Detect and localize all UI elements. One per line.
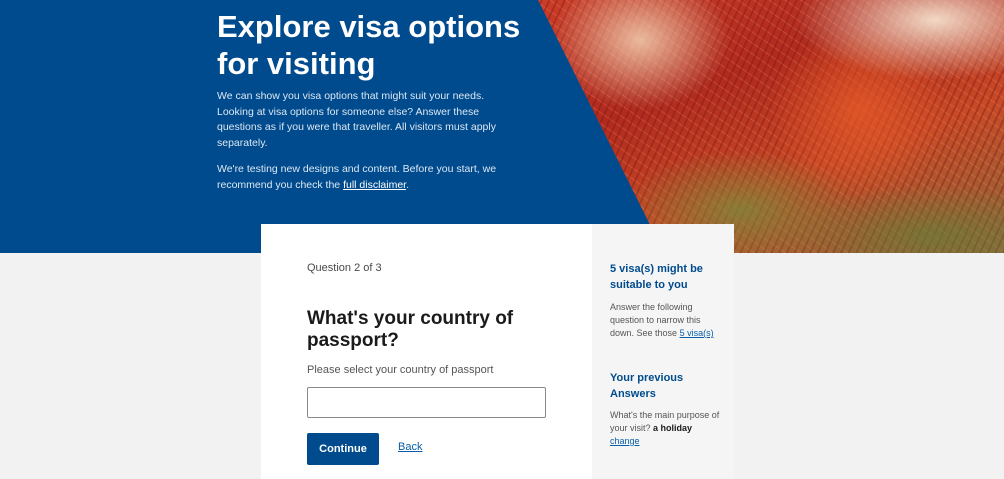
see-visas-link[interactable]: 5 visa(s) [680, 328, 714, 338]
testing-notice: We're testing new designs and content. B… [217, 162, 502, 193]
previous-answer-item: What's the main purpose of your visit? a… [610, 409, 722, 448]
previous-answer-value: a holiday [653, 423, 693, 433]
hero-banner: Explore visa options for visiting We can… [0, 0, 1004, 253]
suitable-visas-text: Answer the following question to narrow … [610, 301, 722, 340]
question-title: What's your country of passport? [307, 308, 514, 351]
back-link[interactable]: Back [398, 441, 422, 453]
full-disclaimer-link[interactable]: full disclaimer [343, 179, 406, 191]
country-field-label: Please select your country of passport [307, 364, 494, 376]
previous-answers-heading: Your previous Answers [610, 372, 684, 400]
intro-text: We can show you visa options that might … [217, 90, 496, 149]
testing-suffix: . [406, 178, 410, 191]
question-counter: Question 2 of 3 [307, 262, 382, 274]
country-of-passport-input[interactable] [307, 387, 546, 418]
continue-button[interactable]: Continue [307, 433, 379, 465]
change-answer-link[interactable]: change [610, 436, 640, 446]
suitable-visas-heading: 5 visa(s) might be suitable to you [610, 263, 703, 291]
page-title: Explore visa options for visiting [217, 9, 521, 81]
